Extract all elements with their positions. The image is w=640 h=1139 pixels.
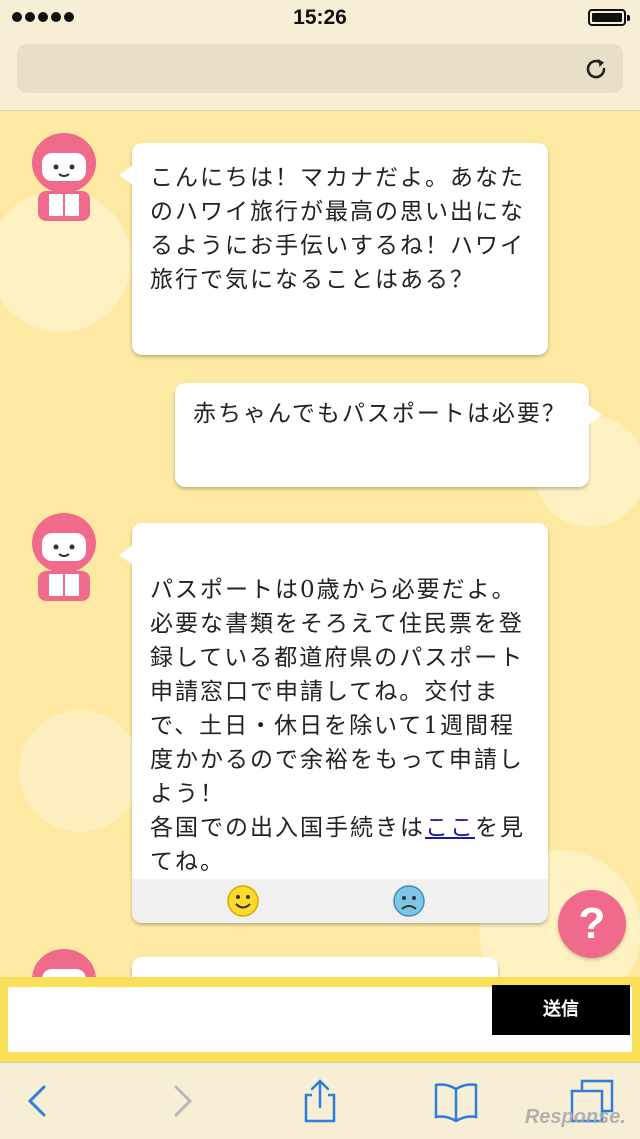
watermark-logo: Response. [524,1106,626,1128]
smile-icon[interactable] [226,884,260,918]
browser-toolbar: Response. [0,1062,640,1139]
status-time: 15:26 [293,6,347,29]
reload-icon[interactable] [581,54,611,84]
chat-input-bar: 送信 [0,977,640,1062]
send-button[interactable]: 送信 [492,985,630,1035]
bot-avatar-icon [32,949,96,977]
bookmarks-icon[interactable] [432,1077,480,1125]
bot-avatar-icon [32,513,96,601]
bot-message-bubble: パスポートは0歳から必要だよ。必要な書類をそろえて住民票を登録している都道府県の… [119,523,548,923]
user-message-bubble: 赤ちゃんでもパスポートは必要？ [175,383,602,487]
bot-avatar-icon [32,133,96,221]
address-bar[interactable] [17,44,623,93]
share-icon[interactable] [296,1077,344,1125]
status-bar: 15:26 [0,0,640,36]
bot-message-bubble-partial [132,957,498,977]
sad-face-icon[interactable] [392,884,426,918]
help-button[interactable]: ? [558,890,626,958]
forward-icon[interactable] [158,1077,206,1125]
chat-area[interactable]: こんにちは！マカナだよ。あなたのハワイ旅行が最高の思い出になるようにお手伝いする… [0,111,640,977]
back-icon[interactable] [14,1077,62,1125]
bot-message-text: パスポートは0歳から必要だよ。必要な書類をそろえて住民票を登録している都道府県の… [150,573,530,909]
feedback-bar [132,879,548,923]
here-link[interactable]: ここ [425,815,475,841]
message-text-before-link: パスポートは0歳から必要だよ。必要な書類をそろえて住民票を登録している都道府県の… [150,577,525,841]
browser-address-area [0,36,640,111]
battery-icon [588,9,630,26]
bot-message-bubble: こんにちは！マカナだよ。あなたのハワイ旅行が最高の思い出になるようにお手伝いする… [119,143,548,355]
